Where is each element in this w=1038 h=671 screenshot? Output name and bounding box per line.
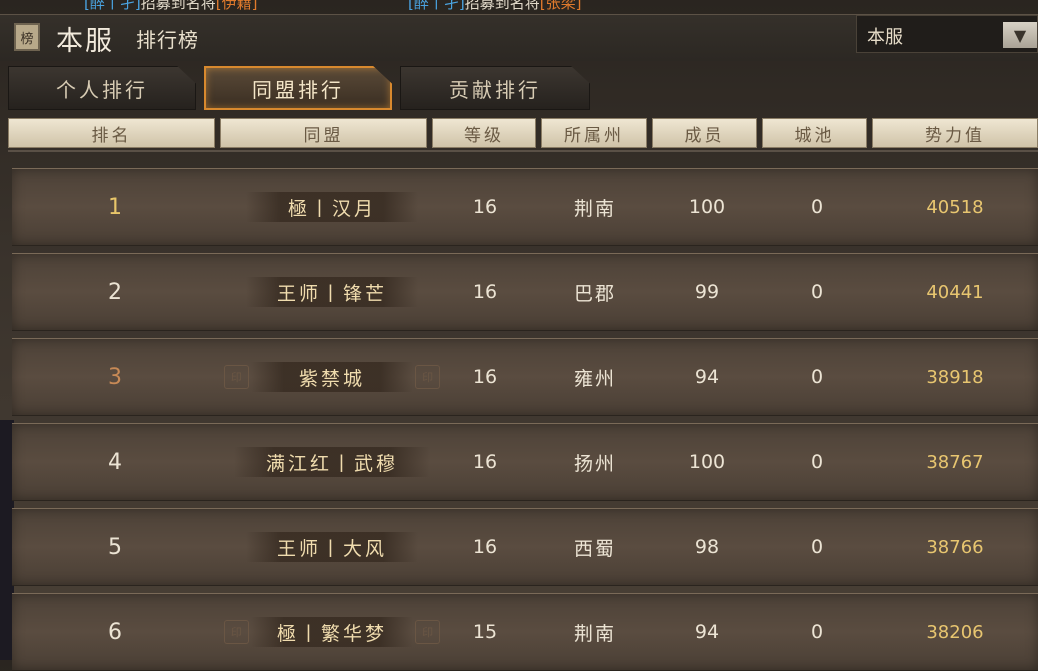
region-value: 荆南 (573, 622, 616, 645)
table-row[interactable]: 5 王师丨大风 16 西蜀 98 0 38766 (12, 508, 1038, 586)
alliance-seal-icon: 印 (224, 365, 249, 389)
rank-value: 4 (108, 449, 122, 475)
marquee-item: [醉丨孑]招募到名将[伊籍] (84, 0, 258, 12)
alliance-plate[interactable]: 極丨汉月 (222, 169, 442, 245)
marquee-text: 招募到名将 (140, 0, 216, 12)
marquee-player: [醉丨孑] (408, 0, 465, 12)
cities-value: 0 (810, 196, 824, 218)
power-value: 38767 (926, 451, 984, 473)
alliance-plate[interactable]: 满江红丨武穆 (222, 424, 442, 500)
column-header-region[interactable]: 所属州 (541, 118, 647, 148)
table-row[interactable]: 3 印 紫禁城 印 16 雍州 94 0 38918 (12, 338, 1038, 416)
region-value: 雍州 (573, 367, 616, 390)
rank-value: 1 (108, 194, 122, 220)
column-header-alliance[interactable]: 同盟 (220, 118, 427, 148)
power-value: 38206 (926, 621, 984, 643)
table-row[interactable]: 6 印 極丨繁华梦 印 15 荆南 94 0 38206 (12, 593, 1038, 671)
level-value: 16 (472, 536, 498, 558)
server-select[interactable]: 本服 ▼ (856, 15, 1038, 53)
region-value: 巴郡 (573, 282, 616, 305)
region-value: 扬州 (573, 452, 616, 475)
alliance-plate[interactable]: 印 極丨繁华梦 印 (222, 594, 442, 670)
alliance-name: 王师丨大风 (246, 532, 418, 562)
marquee-text: 招募到名将 (464, 0, 540, 12)
marquee-player: [醉丨孑] (84, 0, 141, 12)
members-value: 100 (688, 451, 726, 473)
table-row[interactable]: 2 王师丨锋芒 16 巴郡 99 0 40441 (12, 253, 1038, 331)
leaderboard-icon: 榜 (14, 23, 40, 51)
alliance-plate[interactable]: 印 紫禁城 印 (222, 339, 442, 415)
rank-value: 5 (108, 534, 122, 560)
alliance-name: 王师丨锋芒 (246, 277, 418, 307)
power-value: 40518 (926, 196, 984, 218)
page-subtitle: 排行榜 (136, 28, 199, 52)
alliance-plate[interactable]: 王师丨大风 (222, 509, 442, 585)
column-header-level[interactable]: 等级 (432, 118, 536, 148)
members-value: 94 (694, 366, 720, 388)
chevron-down-icon[interactable]: ▼ (1003, 22, 1037, 48)
level-value: 16 (472, 196, 498, 218)
level-value: 16 (472, 281, 498, 303)
alliance-name: 紫禁城 (250, 362, 414, 392)
tab-personal-ranking[interactable]: 个人排行 (8, 66, 196, 110)
members-value: 100 (688, 196, 726, 218)
header-divider (8, 150, 1038, 152)
table-row[interactable]: 4 满江红丨武穆 16 扬州 100 0 38767 (12, 423, 1038, 501)
rank-value: 6 (108, 619, 122, 645)
cities-value: 0 (810, 621, 824, 643)
level-value: 15 (472, 621, 498, 643)
members-value: 98 (694, 536, 720, 558)
region-value: 西蜀 (573, 537, 616, 560)
cities-value: 0 (810, 281, 824, 303)
cities-value: 0 (810, 536, 824, 558)
power-value: 40441 (926, 281, 984, 303)
members-value: 94 (694, 621, 720, 643)
alliance-name: 極丨繁华梦 (250, 617, 414, 647)
tab-alliance-ranking[interactable]: 同盟排行 (204, 66, 392, 110)
power-value: 38766 (926, 536, 984, 558)
region-value: 荆南 (573, 197, 616, 220)
tab-contribution-ranking[interactable]: 贡献排行 (400, 66, 590, 110)
marquee-hero: [伊籍] (215, 0, 258, 12)
cities-value: 0 (810, 366, 824, 388)
page-title: 本服 (56, 26, 114, 57)
level-value: 16 (472, 366, 498, 388)
alliance-plate[interactable]: 王师丨锋芒 (222, 254, 442, 330)
alliance-name: 極丨汉月 (246, 192, 418, 222)
column-header-power[interactable]: 势力值 (872, 118, 1038, 148)
cities-value: 0 (810, 451, 824, 473)
alliance-name: 满江红丨武穆 (234, 447, 430, 477)
marquee-hero: [张梁] (539, 0, 582, 12)
rank-value: 3 (108, 364, 122, 390)
column-header-cities[interactable]: 城池 (762, 118, 867, 148)
alliance-seal-icon: 印 (224, 620, 249, 644)
server-select-value: 本服 (867, 27, 903, 48)
table-row[interactable]: 1 極丨汉月 16 荆南 100 0 40518 (12, 168, 1038, 246)
rank-value: 2 (108, 279, 122, 305)
column-header-rank[interactable]: 排名 (8, 118, 215, 148)
marquee-item: [醉丨孑]招募到名将[张梁] (408, 0, 582, 12)
column-header-members[interactable]: 成员 (652, 118, 757, 148)
members-value: 99 (694, 281, 720, 303)
power-value: 38918 (926, 366, 984, 388)
level-value: 16 (472, 451, 498, 473)
